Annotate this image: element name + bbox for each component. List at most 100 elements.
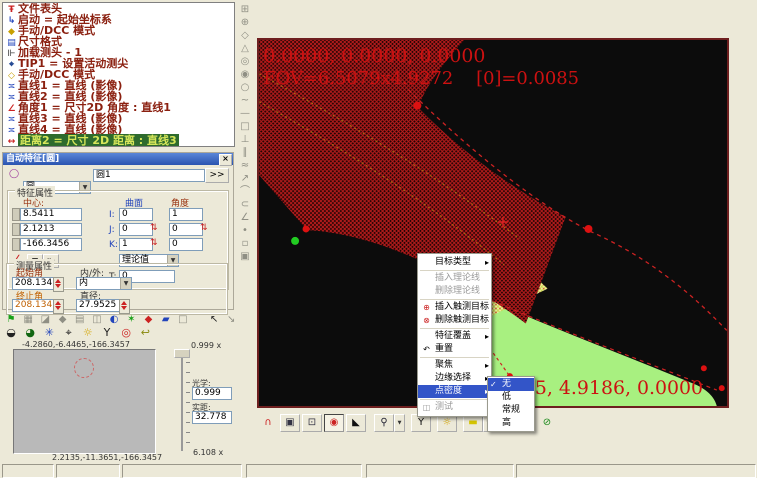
execute-icon[interactable]: ⚑ xyxy=(4,313,18,326)
pointer-icon[interactable]: ↖ xyxy=(207,313,221,326)
contrast-icon[interactable]: ◒ xyxy=(3,326,19,340)
optical-field[interactable]: 0.999 xyxy=(192,387,232,400)
diameter-field[interactable]: 27.9525 xyxy=(76,299,122,312)
angle-i-field[interactable]: 1 xyxy=(169,208,203,221)
flip-vector-icon[interactable]: ⇅ xyxy=(150,222,158,234)
flip-angle-icon[interactable]: ⇅ xyxy=(200,222,208,234)
magnifier-icon[interactable]: ⌖ xyxy=(61,326,77,340)
magnifier-icon[interactable]: ⚲ xyxy=(374,414,394,432)
plane-icon[interactable]: ▫ xyxy=(236,237,254,250)
graphics-view[interactable]: 0.0000, 0.0000, 0.0000 FOV=6.5079x4.9272… xyxy=(257,38,729,408)
angle-j-field[interactable]: 0 xyxy=(169,223,203,236)
scan-target-point[interactable] xyxy=(701,365,707,371)
spinner[interactable] xyxy=(119,299,130,314)
start-point-marker[interactable] xyxy=(291,237,299,245)
tool-icon[interactable]: ▦ xyxy=(21,313,35,326)
camera-icon[interactable]: ▣ xyxy=(280,414,300,432)
tool-icon[interactable]: ◆ xyxy=(56,313,70,326)
box-icon[interactable]: ▣ xyxy=(236,250,254,263)
chevron-down-icon[interactable]: ▼ xyxy=(394,414,405,432)
spinner[interactable] xyxy=(53,277,64,292)
submenu-item-high[interactable]: 高 xyxy=(488,417,534,430)
point-icon[interactable]: ◇ xyxy=(236,29,254,42)
slot-icon[interactable]: ⊂ xyxy=(236,198,254,211)
probe-off-icon[interactable]: ⊘ xyxy=(537,414,557,432)
perpendicular-icon[interactable]: ⊥ xyxy=(236,133,254,146)
angle-k-field[interactable]: 0 xyxy=(169,238,203,251)
panel-titlebar[interactable]: 自动特征[圆] × xyxy=(3,153,233,165)
camera-live-view[interactable] xyxy=(13,349,156,454)
vector-icon[interactable]: ↗ xyxy=(236,172,254,185)
menu-item-edge-select[interactable]: 边缘选择▸ xyxy=(418,372,491,385)
circle-plus-icon[interactable]: ⊕ xyxy=(236,16,254,29)
contrast2-icon[interactable]: ◕ xyxy=(22,326,38,340)
crosshair-icon[interactable]: ✳ xyxy=(41,326,57,340)
grid-icon[interactable]: ⊞ xyxy=(236,3,254,16)
menu-item-target-type[interactable]: 目标类型▸ xyxy=(418,256,491,269)
vector-i-field[interactable]: 0 xyxy=(119,208,153,221)
tool-icon[interactable]: ◐ xyxy=(107,313,121,326)
tool-icon[interactable]: ▤ xyxy=(73,313,87,326)
wedge-icon[interactable]: ◣ xyxy=(346,414,366,432)
ellipse-icon[interactable]: ◉ xyxy=(236,68,254,81)
tool-icon[interactable]: □ xyxy=(176,313,190,326)
menu-item-test[interactable]: ◫测试 xyxy=(418,401,491,414)
center-z-field[interactable]: -166.3456 xyxy=(20,238,82,251)
zoom-slider-track[interactable] xyxy=(181,352,183,451)
close-icon[interactable]: × xyxy=(219,154,232,166)
scan-target-point[interactable] xyxy=(585,225,593,233)
tool-icon[interactable]: ◫ xyxy=(90,313,104,326)
tool-icon[interactable]: ◪ xyxy=(38,313,52,326)
zoom-slider-thumb[interactable] xyxy=(174,349,190,358)
center-y-field[interactable]: 2.1213 xyxy=(20,223,82,236)
menu-item-insert-theo-line[interactable]: 插入理论线 xyxy=(418,272,491,285)
menu-item-insert-touch-target[interactable]: ⊕插入触测目标 xyxy=(418,301,491,314)
pointer-icon[interactable]: ↘ xyxy=(224,313,238,326)
spinner[interactable] xyxy=(53,299,64,314)
chevron-down-icon[interactable]: ▼ xyxy=(120,278,131,289)
menu-item-feature-override[interactable]: 特征覆盖▸ xyxy=(418,330,491,343)
line-icon[interactable]: — xyxy=(236,107,254,120)
curve-icon[interactable]: ~ xyxy=(236,94,254,107)
vector-k-field[interactable]: 1 xyxy=(119,238,153,251)
tool-icon[interactable]: ✶ xyxy=(124,313,138,326)
marquee-icon[interactable]: ⊡ xyxy=(302,414,322,432)
parallel-icon[interactable]: ∥ xyxy=(236,146,254,159)
wave-icon[interactable]: ≈ xyxy=(236,159,254,172)
submenu-item-none[interactable]: ✓无 xyxy=(488,378,534,391)
menu-item-point-density[interactable]: 点密度▸ xyxy=(418,385,491,398)
flip-vector-icon[interactable]: ⇅ xyxy=(150,237,158,249)
angle-icon[interactable]: ∠ xyxy=(236,211,254,224)
menu-item-focus[interactable]: 聚焦▸ xyxy=(418,359,491,372)
return-icon[interactable]: ↩ xyxy=(137,326,153,340)
target-icon[interactable]: ◎ xyxy=(118,326,134,340)
lamp-icon[interactable]: ☼ xyxy=(80,326,96,340)
expand-button[interactable]: >> xyxy=(205,168,229,183)
magnet-icon[interactable]: ∩ xyxy=(258,414,278,432)
menu-item-delete-touch-target[interactable]: ⊗删除触测目标 xyxy=(418,314,491,327)
menu-item-delete-theo-line[interactable]: 删除理论线 xyxy=(418,285,491,298)
arc-icon[interactable]: ⌒ xyxy=(236,185,254,198)
scan-target-point[interactable] xyxy=(303,225,310,232)
tool-icon[interactable]: ◆ xyxy=(142,313,156,326)
circle-icon[interactable]: ◎ xyxy=(236,55,254,68)
scan-target-point[interactable] xyxy=(413,102,421,110)
focus-icon[interactable]: Y xyxy=(99,326,115,340)
rect-icon[interactable]: □ xyxy=(236,120,254,133)
vector-j-field[interactable]: 0 xyxy=(119,223,153,236)
center-x-field[interactable]: 8.5411 xyxy=(20,208,82,221)
dot-icon[interactable]: • xyxy=(236,224,254,237)
tool-icon[interactable]: ▰ xyxy=(159,313,173,326)
feature-name-field[interactable]: 圆1 xyxy=(93,169,205,182)
probe-target-icon[interactable]: ◉ xyxy=(324,414,344,432)
menu-item-reset[interactable]: ↶重置 xyxy=(418,343,491,356)
round-icon[interactable]: ○ xyxy=(236,81,254,94)
status-cell xyxy=(366,464,514,478)
submenu-item-normal[interactable]: 常规 xyxy=(488,404,534,417)
triangle-icon[interactable]: △ xyxy=(236,42,254,55)
scan-target-point[interactable] xyxy=(719,385,725,391)
end-angle-field[interactable]: 208.134 xyxy=(12,299,56,312)
submenu-item-low[interactable]: 低 xyxy=(488,391,534,404)
distance-field[interactable]: 32.778 xyxy=(192,411,232,424)
tree-item-selected[interactable]: ↔距离2 = 尺寸 2D 距离 : 直线3 xyxy=(3,135,234,146)
